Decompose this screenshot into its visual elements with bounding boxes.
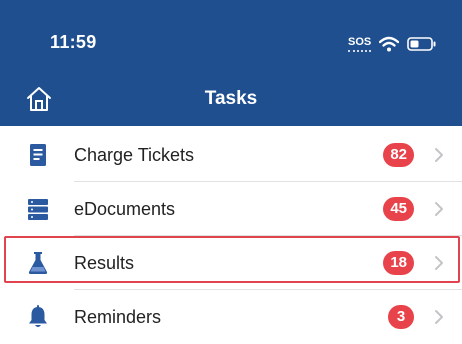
task-row-results[interactable]: Results 18 (0, 236, 462, 290)
battery-icon (407, 37, 436, 51)
chevron-right-icon (435, 148, 443, 162)
count-badge: 3 (388, 305, 414, 329)
task-label: eDocuments (74, 199, 176, 219)
task-row-charge-tickets[interactable]: Charge Tickets 82 (0, 128, 462, 182)
bell-icon (29, 305, 47, 327)
count-badge: 18 (383, 251, 414, 275)
count-badge: 82 (383, 143, 414, 167)
chevron-right-icon (435, 256, 443, 270)
flask-icon (28, 252, 48, 274)
wifi-icon (379, 36, 400, 52)
task-label: Reminders (74, 307, 162, 327)
count-badge: 45 (383, 197, 414, 221)
page-title: Tasks (204, 88, 258, 109)
task-label: Charge Tickets (74, 145, 195, 165)
server-icon (28, 199, 48, 220)
task-row-edocuments[interactable]: eDocuments 45 (0, 182, 462, 236)
status-time: 11:59 (50, 32, 97, 52)
carrier-label: SOS (348, 36, 372, 52)
app-header: 11:59 SOS Tasks (0, 0, 462, 126)
task-label: Results (74, 253, 135, 273)
status-icons: SOS (348, 34, 437, 54)
chevron-right-icon (435, 202, 443, 216)
ticket-icon (30, 144, 46, 166)
task-row-reminders[interactable]: Reminders 3 (0, 290, 462, 344)
chevron-right-icon (435, 310, 443, 324)
